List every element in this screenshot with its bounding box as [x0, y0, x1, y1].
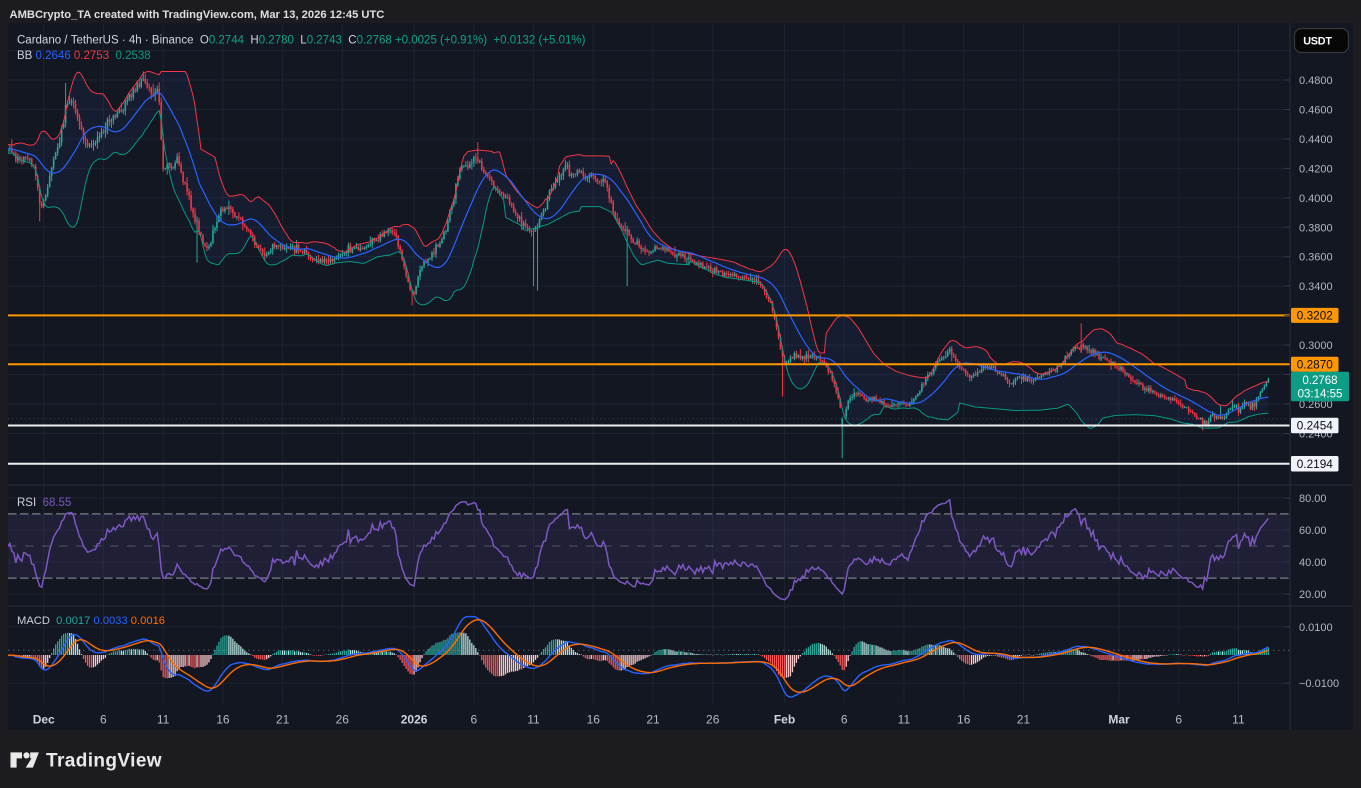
svg-text:60.00: 60.00: [1299, 525, 1327, 537]
svg-text:0.3202: 0.3202: [1297, 309, 1333, 323]
svg-text:6: 6: [470, 713, 477, 727]
svg-text:0.2454: 0.2454: [1297, 419, 1334, 433]
svg-text:0.4400: 0.4400: [1299, 134, 1333, 146]
svg-text:40.00: 40.00: [1299, 557, 1327, 569]
svg-text:−0.0100: −0.0100: [1299, 678, 1339, 690]
svg-text:RSI 68.55: RSI 68.55: [17, 497, 71, 509]
svg-text:0.3600: 0.3600: [1299, 252, 1333, 264]
svg-text:21: 21: [1017, 713, 1031, 727]
svg-text:11: 11: [527, 713, 540, 727]
svg-text:0.2870: 0.2870: [1297, 357, 1334, 371]
svg-text:16: 16: [587, 713, 601, 727]
svg-text:Feb: Feb: [774, 713, 795, 727]
svg-text:11: 11: [898, 713, 911, 727]
svg-text:AMBCrypto_TA created with Trad: AMBCrypto_TA created with TradingView.co…: [10, 9, 385, 21]
svg-text:26: 26: [706, 713, 720, 727]
svg-text:0.2768: 0.2768: [1302, 375, 1337, 387]
svg-text:6: 6: [1175, 713, 1182, 727]
svg-text:0.2194: 0.2194: [1297, 457, 1334, 471]
svg-text:TradingView: TradingView: [46, 751, 162, 772]
svg-text:0.3000: 0.3000: [1299, 340, 1333, 352]
svg-text:0.4600: 0.4600: [1299, 104, 1333, 116]
svg-text:21: 21: [276, 713, 290, 727]
svg-text:0.3800: 0.3800: [1299, 222, 1333, 234]
svg-text:6: 6: [100, 713, 107, 727]
svg-text:20.00: 20.00: [1299, 589, 1327, 601]
svg-text:Cardano / TetherUS · 4h · Bina: Cardano / TetherUS · 4h · Binance O0.274…: [17, 35, 586, 47]
svg-text:2026: 2026: [401, 713, 428, 727]
svg-text:0.3400: 0.3400: [1299, 281, 1333, 293]
svg-text:Mar: Mar: [1108, 713, 1130, 727]
svg-text:Dec: Dec: [33, 713, 55, 727]
svg-text:0.4200: 0.4200: [1299, 163, 1333, 175]
svg-text:11: 11: [157, 713, 170, 727]
svg-text:21: 21: [646, 713, 660, 727]
svg-text:BB 0.2646 0.2753 0.2538: BB 0.2646 0.2753 0.2538: [17, 50, 151, 62]
svg-text:0.4800: 0.4800: [1299, 75, 1333, 87]
svg-text:03:14:55: 03:14:55: [1298, 389, 1343, 401]
svg-text:16: 16: [957, 713, 971, 727]
svg-text:0.0100: 0.0100: [1299, 622, 1333, 634]
svg-text:USDT: USDT: [1303, 36, 1332, 48]
svg-text:MACD 0.0017 0.0033 0.0016: MACD 0.0017 0.0033 0.0016: [17, 615, 165, 627]
svg-text:0.4000: 0.4000: [1299, 193, 1333, 205]
svg-text:16: 16: [216, 713, 230, 727]
svg-text:26: 26: [336, 713, 350, 727]
svg-text:6: 6: [841, 713, 848, 727]
svg-text:11: 11: [1232, 713, 1245, 727]
svg-text:80.00: 80.00: [1299, 493, 1327, 505]
